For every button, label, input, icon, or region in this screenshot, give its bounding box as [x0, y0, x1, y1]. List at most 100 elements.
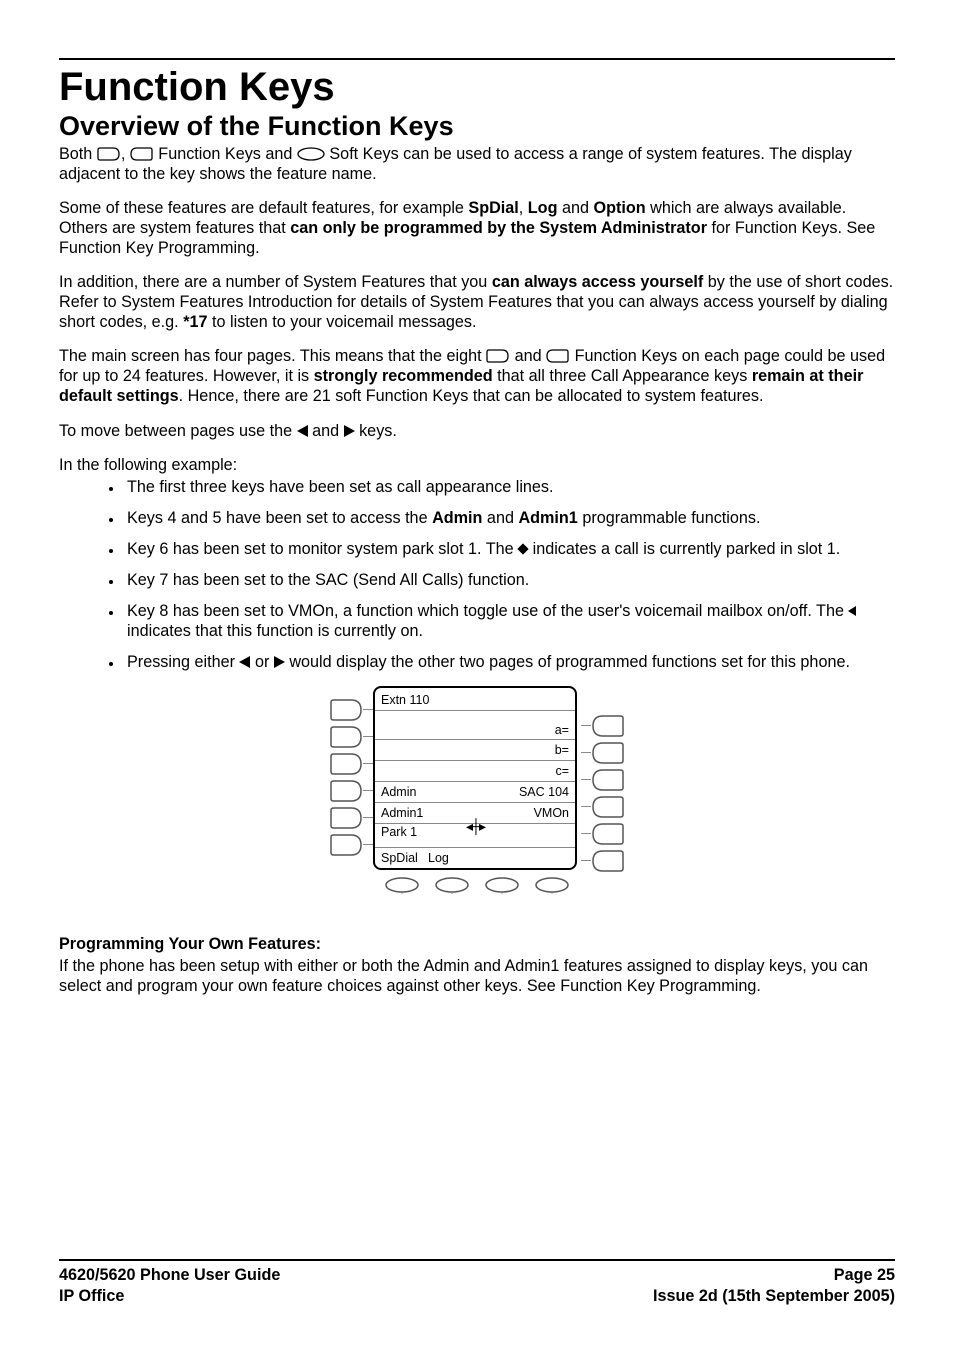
screen-label: VMOn [475, 806, 575, 820]
left-arrow-icon [297, 425, 308, 437]
soft-key-icon [534, 876, 570, 894]
text: , [519, 199, 528, 217]
right-key-icon [97, 147, 121, 161]
list-item: Key 6 has been set to monitor system par… [123, 539, 895, 559]
function-key-right [591, 741, 625, 765]
function-key-left [329, 725, 363, 749]
function-key-left [329, 833, 363, 857]
bold: Programming Your Own Features: [59, 935, 321, 953]
text: to listen to your voicemail messages. [208, 313, 477, 331]
screen-label: Park 1 [375, 825, 461, 839]
function-key-right [591, 795, 625, 819]
screen-row: b= [375, 739, 575, 760]
para-2: Some of these features are default featu… [59, 198, 895, 258]
text: To move between pages use the [59, 422, 297, 440]
screen-label: Admin [375, 785, 475, 799]
screen-label: b= [475, 743, 575, 757]
left-key-column [329, 686, 363, 860]
phone-diagram: Extn 110 a= b= c= AdminSAC 104 Admin1VMO… [59, 686, 895, 894]
text: programmable functions. [578, 509, 761, 527]
screen-label: c= [475, 764, 575, 778]
text: and [482, 509, 518, 527]
text: In addition, there are a number of Syste… [59, 273, 492, 291]
para-3: In addition, there are a number of Syste… [59, 272, 895, 332]
footer-issue: Issue 2d (15th September 2005) [653, 1286, 895, 1307]
text: Function Keys and [154, 145, 297, 163]
bold: can only be programmed by the System Adm… [290, 219, 707, 237]
left-key-icon [130, 147, 154, 161]
text: Key 8 has been set to VMOn, a function w… [127, 602, 848, 620]
screen-label: a= [475, 723, 575, 737]
soft-key-icon [297, 147, 325, 161]
function-key-right [591, 768, 625, 792]
text: Both [59, 145, 97, 163]
text: keys. [355, 422, 397, 440]
function-key-right [591, 822, 625, 846]
prog-body: If the phone has been setup with either … [59, 956, 895, 996]
text: Keys 4 and 5 have been set to access the [127, 509, 432, 527]
prog-heading: Programming Your Own Features: [59, 934, 895, 954]
text: would display the other two pages of pro… [285, 653, 850, 671]
function-key-left [329, 779, 363, 803]
page-footer: 4620/5620 Phone User Guide Page 25 IP Of… [59, 1259, 895, 1307]
page-title: Function Keys [59, 66, 895, 108]
bold: can always access yourself [492, 273, 703, 291]
text: that all three Call Appearance keys [493, 367, 752, 385]
bold: SpDial [468, 199, 518, 217]
softkey-label: Log [426, 851, 473, 865]
right-key-column [591, 686, 625, 876]
bold: Log [528, 199, 558, 217]
bold: *17 [183, 313, 207, 331]
function-key-left [329, 806, 363, 830]
text: . Hence, there are 21 soft Function Keys… [179, 387, 764, 405]
left-key-icon [546, 349, 570, 363]
bold: Option [593, 199, 645, 217]
screen-label: SAC 104 [475, 785, 575, 799]
screen-row: AdminSAC 104 [375, 781, 575, 802]
para-5: To move between pages use the and keys. [59, 421, 895, 441]
text: Pressing either [127, 653, 239, 671]
para-4: The main screen has four pages. This mea… [59, 346, 895, 406]
left-arrow-icon [239, 656, 250, 668]
text: and [557, 199, 593, 217]
softkey-row [373, 870, 581, 894]
nav-arrows-icon: ◂┼▸ [466, 818, 484, 835]
list-item: Pressing either or would display the oth… [123, 652, 895, 672]
list-item: Key 7 has been set to the SAC (Send All … [123, 570, 895, 590]
text: and [308, 422, 344, 440]
right-key-icon [486, 349, 510, 363]
right-arrow-icon [274, 656, 285, 668]
bold: Admin [432, 509, 482, 527]
example-list: The first three keys have been set as ca… [59, 477, 895, 673]
soft-key-icon [484, 876, 520, 894]
function-key-right [591, 849, 625, 873]
screen-row: a= [375, 710, 575, 739]
para-1: Both , Function Keys and Soft Keys can b… [59, 144, 895, 184]
para-6: In the following example: [59, 455, 895, 475]
softkey-label: SpDial [375, 851, 426, 865]
text: and [510, 347, 546, 365]
screen-row: c= [375, 760, 575, 781]
soft-key-icon [384, 876, 420, 894]
screen-softkey-row: SpDial Log [375, 847, 575, 868]
screen-title: Extn 110 [375, 693, 475, 707]
phone-screen: Extn 110 a= b= c= AdminSAC 104 Admin1VMO… [373, 686, 577, 870]
section-title: Overview of the Function Keys [59, 112, 895, 142]
text: The main screen has four pages. This mea… [59, 347, 486, 365]
list-item: Keys 4 and 5 have been set to access the… [123, 508, 895, 528]
screen-row: Park 1 ◂┼▸ [375, 823, 575, 847]
right-arrow-icon [344, 425, 355, 437]
text: , [121, 145, 130, 163]
function-key-left [329, 752, 363, 776]
footer-rule [59, 1259, 895, 1261]
text: Some of these features are default featu… [59, 199, 468, 217]
function-key-right [591, 714, 625, 738]
screen-row: Extn 110 [375, 690, 575, 710]
left-indicator-icon [848, 606, 856, 616]
text: indicates that this function is currentl… [127, 622, 423, 640]
page: Function Keys Overview of the Function K… [0, 0, 954, 1351]
screen-label: Admin1 [375, 806, 475, 820]
list-item: Key 8 has been set to VMOn, a function w… [123, 601, 895, 641]
bold: strongly recommended [314, 367, 493, 385]
bold: Admin1 [518, 509, 577, 527]
